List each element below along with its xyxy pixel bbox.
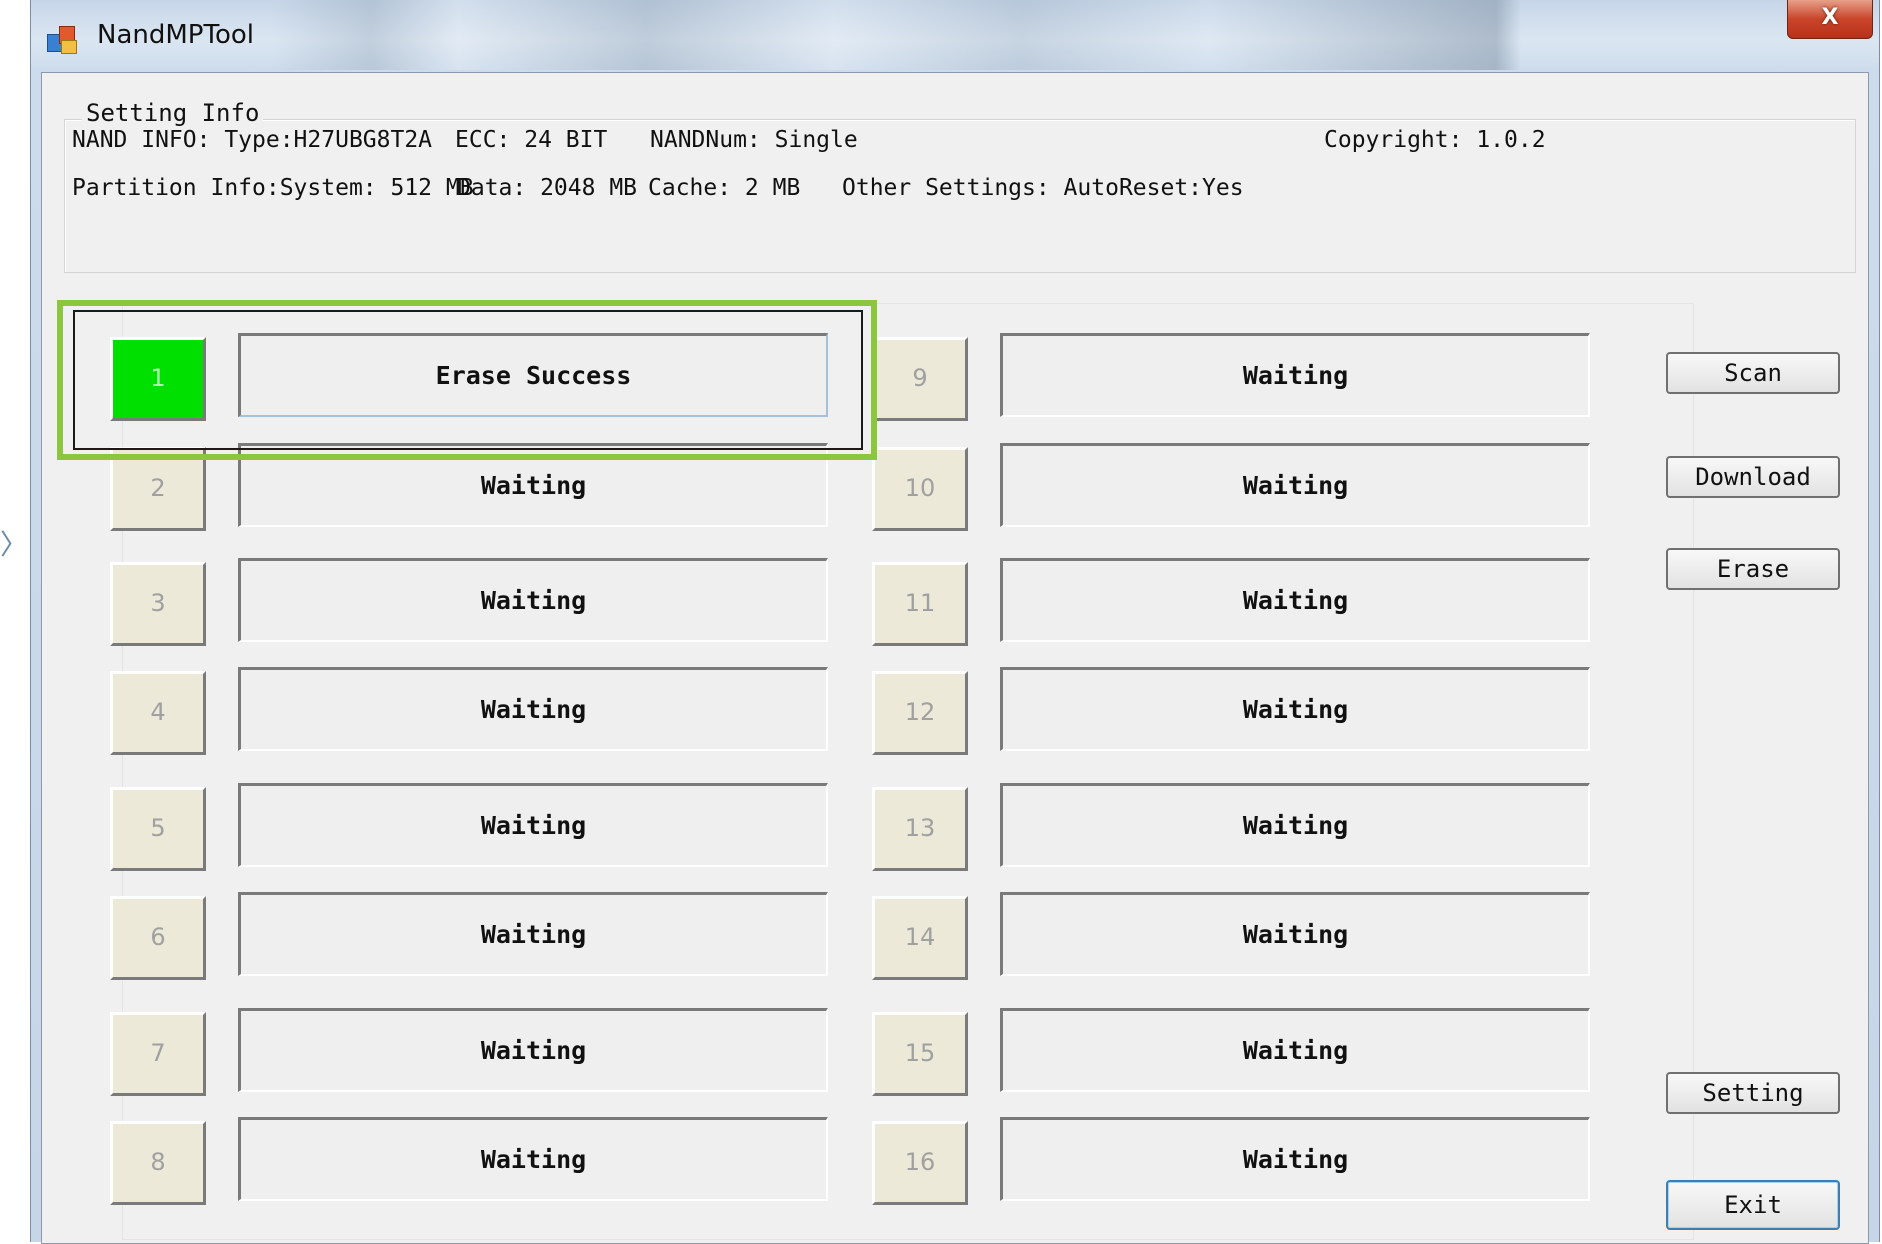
copyright-info: Copyright: 1.0.2 bbox=[1324, 127, 1546, 153]
port-number-10: 10 bbox=[872, 447, 968, 531]
app-icon bbox=[45, 24, 79, 54]
port-number-13: 13 bbox=[872, 787, 968, 871]
port-number-11: 11 bbox=[872, 562, 968, 646]
port-number-6: 6 bbox=[110, 896, 206, 980]
port-number-15: 15 bbox=[872, 1012, 968, 1096]
port-status-4: Waiting bbox=[238, 667, 828, 751]
nand-info: NAND INFO: Type:H27UBG8T2A bbox=[72, 127, 433, 153]
nand-num-info: NANDNum: Single bbox=[650, 127, 858, 153]
port-status-5: Waiting bbox=[238, 783, 828, 867]
erase-button[interactable]: Erase bbox=[1666, 548, 1840, 590]
download-button[interactable]: Download bbox=[1666, 456, 1840, 498]
port-number-9: 9 bbox=[872, 337, 968, 421]
port-status-12: Waiting bbox=[1000, 667, 1590, 751]
port-number-8: 8 bbox=[110, 1121, 206, 1205]
port-status-8: Waiting bbox=[238, 1117, 828, 1201]
side-arrow-icon: 〉 bbox=[0, 528, 29, 561]
ecc-info: ECC: 24 BIT bbox=[455, 127, 608, 153]
port-status-7: Waiting bbox=[238, 1008, 828, 1092]
close-button[interactable]: X bbox=[1787, 0, 1873, 39]
port-status-3: Waiting bbox=[238, 558, 828, 642]
partition-info: Partition Info:System: 512 MB bbox=[72, 175, 474, 201]
port-number-4: 4 bbox=[110, 671, 206, 755]
port-number-16: 16 bbox=[872, 1121, 968, 1205]
port-status-6: Waiting bbox=[238, 892, 828, 976]
port-status-15: Waiting bbox=[1000, 1008, 1590, 1092]
port-number-7: 7 bbox=[110, 1012, 206, 1096]
exit-button[interactable]: Exit bbox=[1666, 1180, 1840, 1230]
window-title: NandMPTool bbox=[97, 20, 254, 50]
port-number-12: 12 bbox=[872, 671, 968, 755]
port-status-13: Waiting bbox=[1000, 783, 1590, 867]
cache-partition: Cache: 2 MB bbox=[648, 175, 801, 201]
other-settings: Other Settings: AutoReset:Yes bbox=[842, 175, 1244, 201]
port-number-3: 3 bbox=[110, 562, 206, 646]
port-status-16: Waiting bbox=[1000, 1117, 1590, 1201]
port-status-14: Waiting bbox=[1000, 892, 1590, 976]
setting-info-legend: Setting Info bbox=[82, 99, 264, 127]
port-number-14: 14 bbox=[872, 896, 968, 980]
port-status-9: Waiting bbox=[1000, 333, 1590, 417]
setting-button[interactable]: Setting bbox=[1666, 1072, 1840, 1114]
highlight-inner-frame bbox=[73, 310, 863, 450]
port-number-5: 5 bbox=[110, 787, 206, 871]
data-partition: Data: 2048 MB bbox=[457, 175, 638, 201]
scan-button[interactable]: Scan bbox=[1666, 352, 1840, 394]
title-bar[interactable]: NandMPTool X bbox=[31, 0, 1879, 72]
port-status-10: Waiting bbox=[1000, 443, 1590, 527]
port-status-11: Waiting bbox=[1000, 558, 1590, 642]
